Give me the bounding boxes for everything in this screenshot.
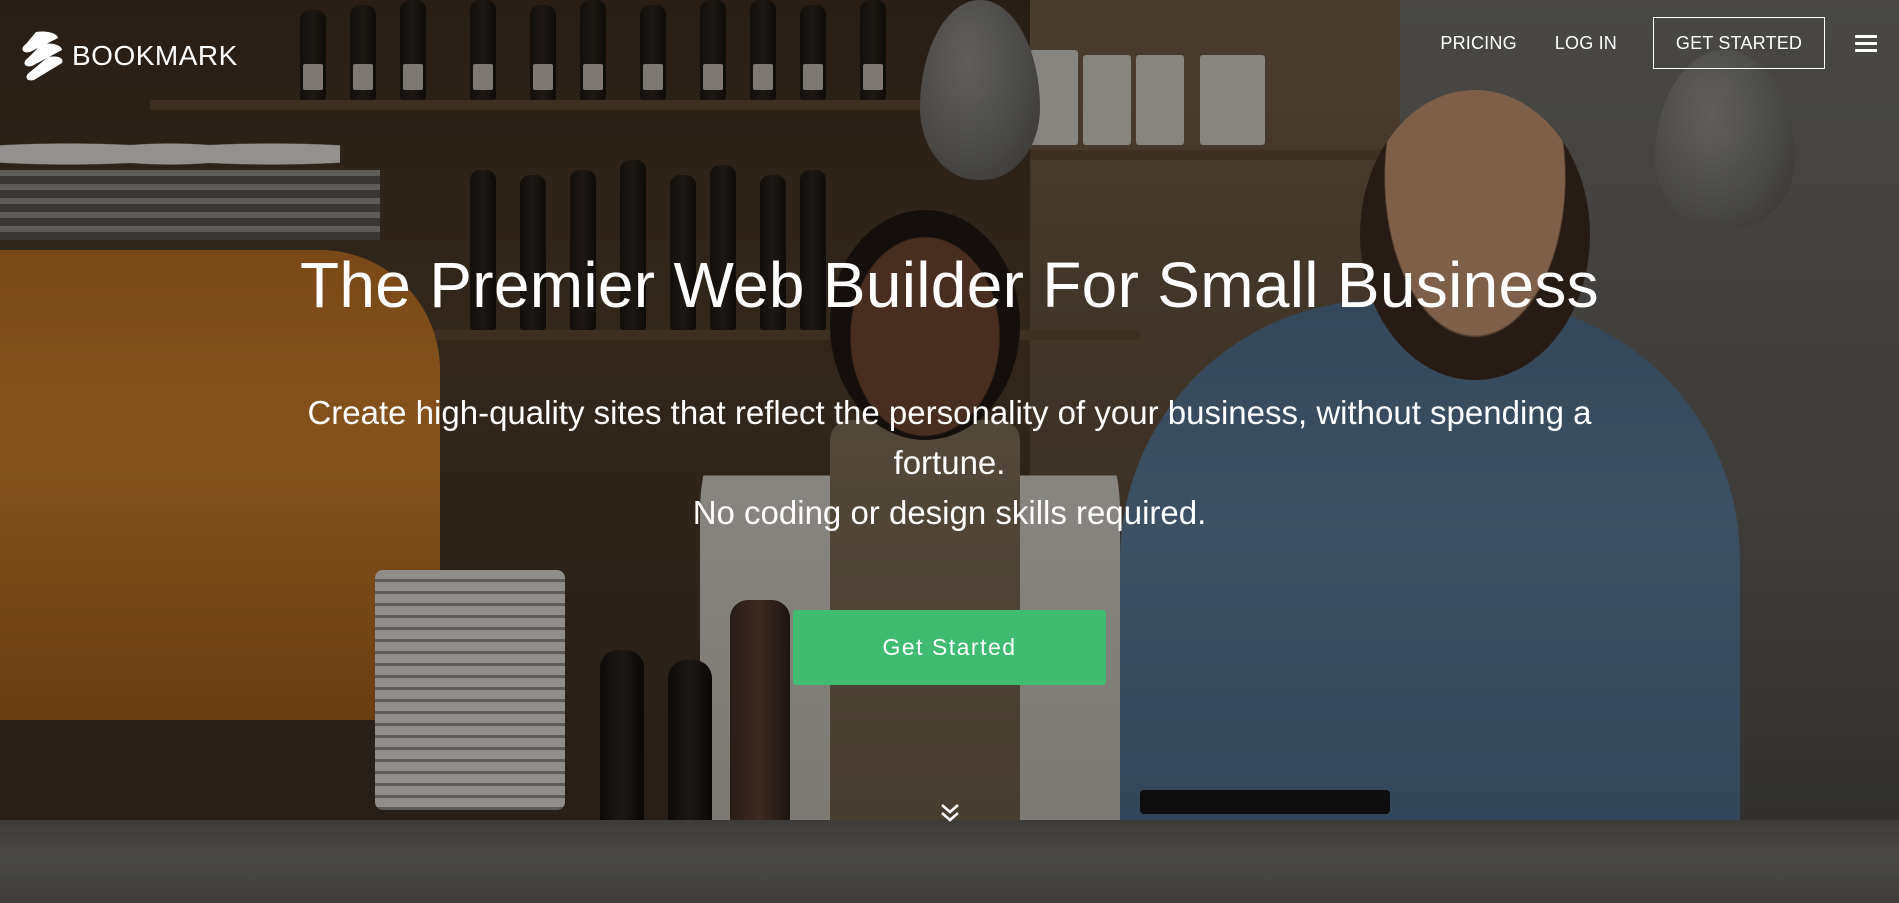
hero-subline-1: Create high-quality sites that reflect t…	[307, 394, 1592, 481]
top-navbar: BOOKMARK PRICING LOG IN GET STARTED	[0, 0, 1899, 90]
hero-section: BOOKMARK PRICING LOG IN GET STARTED The …	[0, 0, 1899, 903]
nav-pricing-link[interactable]: PRICING	[1440, 33, 1516, 54]
hero-content: The Premier Web Builder For Small Busine…	[0, 0, 1899, 903]
nav-login-link[interactable]: LOG IN	[1555, 33, 1617, 54]
nav-links: PRICING LOG IN GET STARTED	[1440, 16, 1899, 70]
double-chevron-down-icon[interactable]	[937, 800, 963, 826]
hero-subline-2: No coding or design skills required.	[692, 494, 1207, 531]
hero-subheadline: Create high-quality sites that reflect t…	[250, 388, 1649, 538]
nav-get-started-button[interactable]: GET STARTED	[1653, 17, 1825, 69]
brand-name: BOOKMARK	[72, 40, 238, 71]
hero-headline: The Premier Web Builder For Small Busine…	[300, 249, 1599, 321]
bookmark-logo-icon	[22, 31, 63, 81]
brand-logo-link[interactable]: BOOKMARK	[18, 30, 238, 82]
hero-get-started-button[interactable]: Get Started	[793, 610, 1106, 685]
hamburger-menu-icon[interactable]	[1855, 34, 1877, 52]
